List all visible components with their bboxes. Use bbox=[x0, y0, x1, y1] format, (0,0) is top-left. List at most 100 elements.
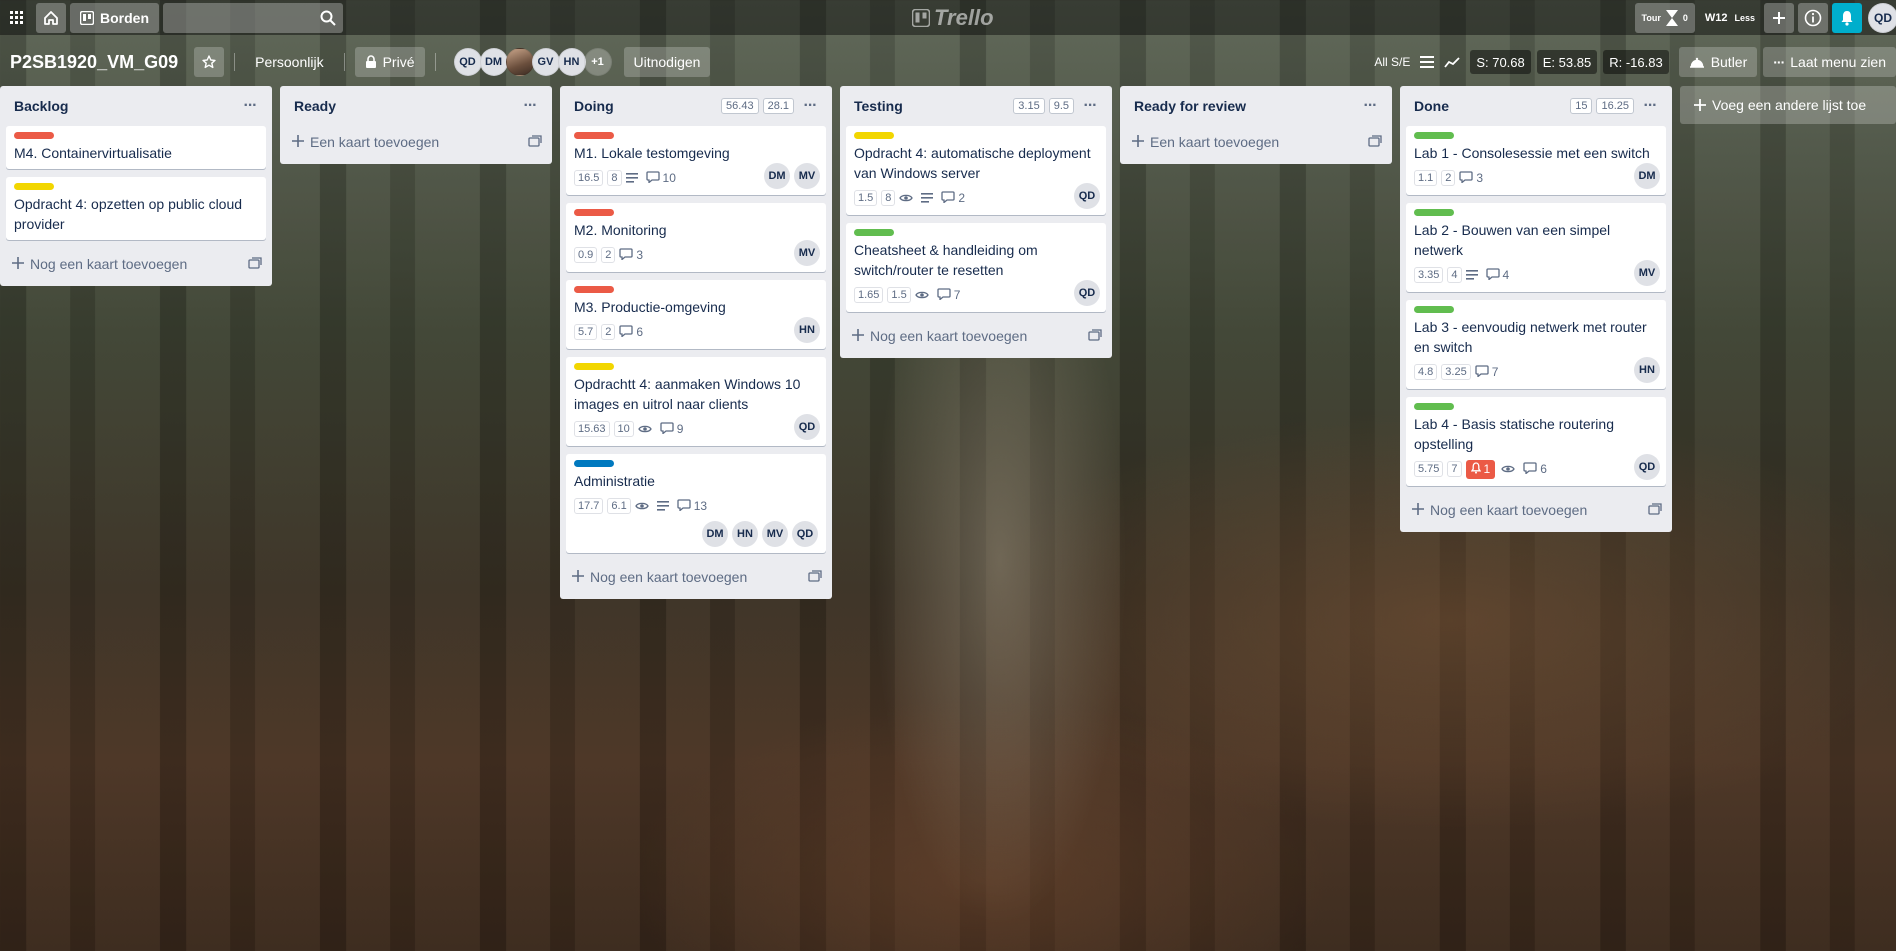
card-member-avatar[interactable]: QD bbox=[794, 414, 820, 440]
list-menu-icon[interactable]: ··· bbox=[1638, 97, 1662, 115]
card[interactable]: M2. Monitoring 0.9 2 3 MV bbox=[566, 203, 826, 272]
add-list-button[interactable]: Voeg een andere lijst toe bbox=[1680, 86, 1896, 124]
card-member-avatar[interactable]: DM bbox=[702, 521, 728, 547]
info-button[interactable] bbox=[1798, 3, 1828, 33]
card-label[interactable] bbox=[574, 132, 614, 139]
add-card-button[interactable]: Nog een kaart toevoegen bbox=[1406, 494, 1666, 526]
apps-grid-icon[interactable] bbox=[2, 3, 32, 33]
card-member-avatar[interactable]: QD bbox=[792, 521, 818, 547]
list-menu-icon[interactable]: ··· bbox=[518, 97, 542, 115]
invite-button[interactable]: Uitnodigen bbox=[623, 47, 711, 77]
card-label[interactable] bbox=[14, 132, 54, 139]
member-avatar[interactable]: QD bbox=[453, 48, 482, 76]
board-title[interactable]: P2SB1920_VM_G09 bbox=[0, 52, 188, 73]
list-view-icon[interactable] bbox=[1420, 56, 1435, 68]
card-label[interactable] bbox=[14, 183, 54, 190]
member-avatar[interactable]: GV bbox=[531, 48, 560, 76]
card[interactable]: Lab 1 - Consolesessie met een switch 1.1 2… bbox=[1406, 126, 1666, 195]
stat-spent: S: 70.68 bbox=[1470, 50, 1531, 74]
card-member-avatar[interactable]: DM bbox=[764, 163, 790, 189]
create-button[interactable] bbox=[1764, 3, 1794, 33]
card[interactable]: Opdrachtt 4: aanmaken Windows 10 images … bbox=[566, 357, 826, 446]
card-member-avatar[interactable]: MV bbox=[762, 521, 788, 547]
boards-button[interactable]: Borden bbox=[70, 2, 159, 33]
team-button[interactable]: Persoonlijk bbox=[245, 47, 333, 77]
template-icon[interactable] bbox=[248, 256, 262, 272]
member-avatar-photo[interactable] bbox=[505, 48, 534, 76]
search-box[interactable] bbox=[163, 2, 343, 33]
template-icon[interactable] bbox=[528, 134, 542, 150]
card[interactable]: Lab 2 - Bouwen van een simpel netwerk 3.3… bbox=[1406, 203, 1666, 292]
list-backlog: Backlog ··· M4. Containervirtualisatie Opdr… bbox=[0, 86, 272, 286]
card-label[interactable] bbox=[1414, 306, 1454, 313]
list-title[interactable]: Doing bbox=[574, 98, 721, 114]
card-member-avatar[interactable]: MV bbox=[1634, 260, 1660, 286]
more-members-badge[interactable]: +1 bbox=[583, 48, 612, 76]
card-label[interactable] bbox=[574, 209, 614, 216]
card-member-avatar[interactable]: QD bbox=[1634, 454, 1660, 480]
list-menu-icon[interactable]: ··· bbox=[238, 97, 262, 115]
star-button[interactable] bbox=[194, 47, 225, 77]
add-card-button[interactable]: Nog een kaart toevoegen bbox=[566, 561, 826, 593]
home-button[interactable] bbox=[36, 2, 66, 33]
comment-icon bbox=[645, 170, 660, 186]
search-icon[interactable] bbox=[319, 9, 337, 27]
search-input[interactable] bbox=[163, 2, 343, 33]
list-menu-icon[interactable]: ··· bbox=[798, 97, 822, 115]
card[interactable]: M4. Containervirtualisatie bbox=[6, 126, 266, 169]
card[interactable]: Administratie 17.7 6.1 13 DM HN MV QD bbox=[566, 454, 826, 553]
card-member-avatar[interactable]: HN bbox=[1634, 357, 1660, 383]
card-member-avatar[interactable]: MV bbox=[794, 163, 820, 189]
card[interactable]: M3. Productie-omgeving 5.7 2 6 HN bbox=[566, 280, 826, 349]
card[interactable]: Cheatsheet & handleiding om switch/route… bbox=[846, 223, 1106, 312]
list-menu-icon[interactable]: ··· bbox=[1078, 97, 1102, 115]
card-label[interactable] bbox=[1414, 209, 1454, 216]
card-member-avatar[interactable]: HN bbox=[732, 521, 758, 547]
list-title[interactable]: Backlog bbox=[14, 98, 238, 114]
card-label[interactable] bbox=[574, 286, 614, 293]
add-card-button[interactable]: Een kaart toevoegen bbox=[1126, 126, 1386, 158]
add-card-button[interactable]: Nog een kaart toevoegen bbox=[6, 248, 266, 280]
list-title[interactable]: Ready bbox=[294, 98, 518, 114]
bell-icon bbox=[1841, 11, 1853, 26]
card[interactable]: Opdracht 4: opzetten op public cloud pro… bbox=[6, 177, 266, 240]
week-widget[interactable]: W12 Less bbox=[1699, 3, 1760, 33]
card-member-avatar[interactable]: QD bbox=[1074, 280, 1100, 306]
chart-icon[interactable] bbox=[1444, 56, 1460, 68]
member-avatar[interactable]: DM bbox=[479, 48, 508, 76]
card-label[interactable] bbox=[854, 229, 894, 236]
card-member-avatar[interactable]: QD bbox=[1074, 183, 1100, 209]
template-icon[interactable] bbox=[808, 569, 822, 585]
list-menu-icon[interactable]: ··· bbox=[1358, 97, 1382, 115]
card[interactable]: Lab 3 - eenvoudig netwerk met router en … bbox=[1406, 300, 1666, 389]
list-hours-badge: 15 bbox=[1570, 98, 1593, 114]
list-title[interactable]: Testing bbox=[854, 98, 1013, 114]
template-icon[interactable] bbox=[1088, 328, 1102, 344]
card[interactable]: Lab 4 - Basis statische routering opstel… bbox=[1406, 397, 1666, 486]
all-se-label[interactable]: All S/E bbox=[1374, 55, 1410, 69]
add-card-button[interactable]: Een kaart toevoegen bbox=[286, 126, 546, 158]
template-icon[interactable] bbox=[1648, 502, 1662, 518]
card-label[interactable] bbox=[1414, 132, 1454, 139]
card-member-avatar[interactable]: DM bbox=[1634, 163, 1660, 189]
list-title[interactable]: Done bbox=[1414, 98, 1570, 114]
notifications-button[interactable] bbox=[1832, 3, 1862, 33]
user-avatar[interactable]: QD bbox=[1868, 3, 1896, 33]
card-member-avatar[interactable]: MV bbox=[794, 240, 820, 266]
visibility-button[interactable]: Privé bbox=[354, 47, 425, 77]
list-title[interactable]: Ready for review bbox=[1134, 98, 1358, 114]
card-member-avatar[interactable]: HN bbox=[794, 317, 820, 343]
trello-logo[interactable]: Trello bbox=[912, 5, 994, 31]
show-menu-button[interactable]: ··· Laat menu zien bbox=[1763, 47, 1896, 77]
card-label[interactable] bbox=[1414, 403, 1454, 410]
card-label[interactable] bbox=[574, 460, 614, 467]
template-icon[interactable] bbox=[1368, 134, 1382, 150]
member-avatar[interactable]: HN bbox=[557, 48, 586, 76]
card[interactable]: M1. Lokale testomgeving 16.5 8 10 DM MV bbox=[566, 126, 826, 195]
card-label[interactable] bbox=[854, 132, 894, 139]
butler-button[interactable]: Butler bbox=[1678, 47, 1758, 77]
tour-widget[interactable]: Tour 0 bbox=[1634, 3, 1695, 33]
card-label[interactable] bbox=[574, 363, 614, 370]
add-card-button[interactable]: Nog een kaart toevoegen bbox=[846, 320, 1106, 352]
card[interactable]: Opdracht 4: automatische deployment van … bbox=[846, 126, 1106, 215]
